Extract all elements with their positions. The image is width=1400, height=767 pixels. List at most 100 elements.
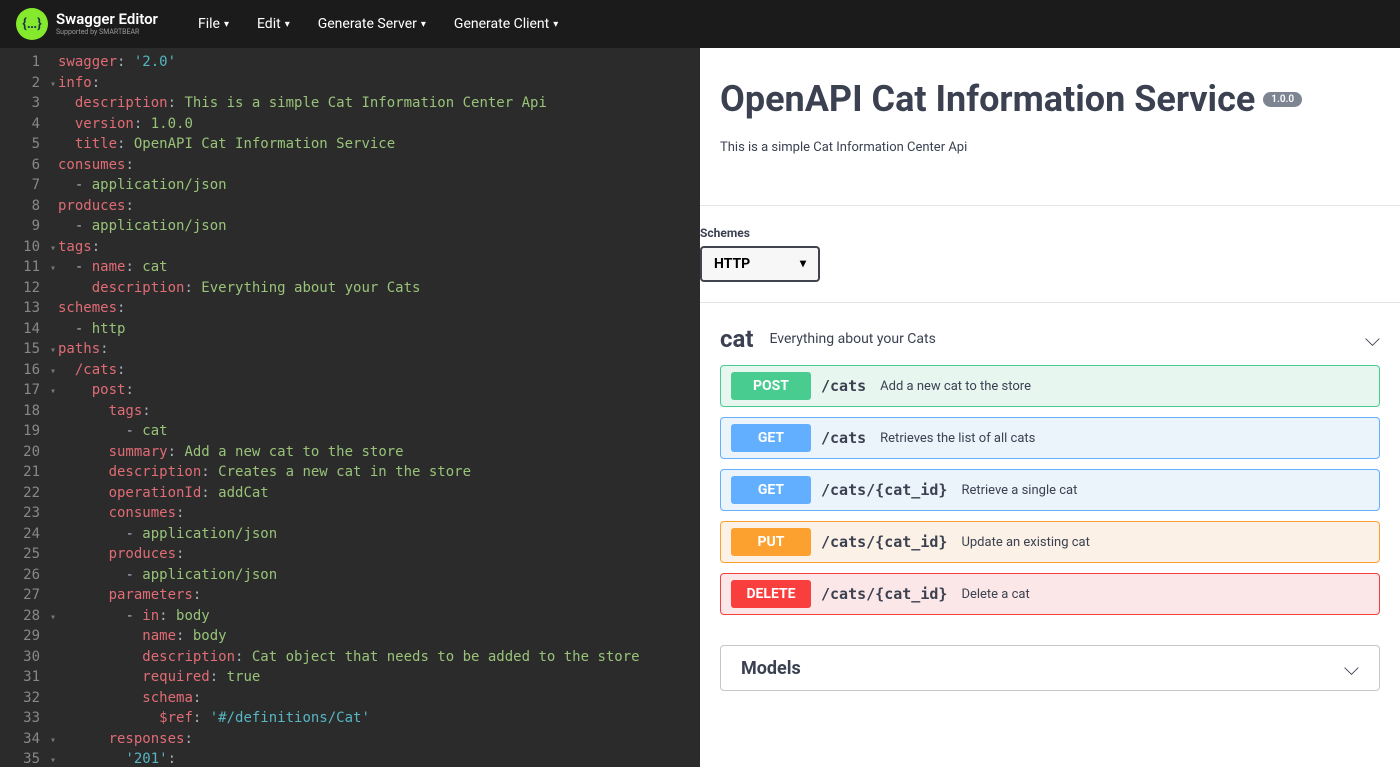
line-number: 20: [0, 443, 50, 464]
line-number: 8: [0, 197, 50, 218]
editor-line[interactable]: 17 post:: [0, 381, 700, 402]
menu-item-generate-server[interactable]: Generate Server: [318, 16, 426, 32]
schemes-select[interactable]: HTTP: [700, 246, 820, 282]
editor-line[interactable]: 25 produces:: [0, 545, 700, 566]
editor-line[interactable]: 30 description: Cat object that needs to…: [0, 648, 700, 669]
tag-header-cat[interactable]: cat Everything about your Cats ⌵: [720, 313, 1380, 365]
menu-item-edit[interactable]: Edit: [257, 16, 290, 32]
topbar: {…} Swagger Editor Supported by SMARTBEA…: [0, 0, 1400, 48]
editor-line[interactable]: 34 responses:: [0, 730, 700, 751]
line-number: 2: [0, 74, 50, 95]
method-badge: GET: [731, 424, 811, 452]
operation-post-cats[interactable]: POST/cats Add a new cat to the store: [720, 365, 1380, 407]
line-number: 13: [0, 299, 50, 320]
menu-item-file[interactable]: File: [198, 16, 229, 32]
models-section[interactable]: Models ⌵: [720, 645, 1380, 691]
editor-line[interactable]: 5 title: OpenAPI Cat Information Service: [0, 135, 700, 156]
operation-path: /cats: [821, 377, 866, 395]
fold-icon[interactable]: [50, 240, 58, 259]
api-description: This is a simple Cat Information Center …: [720, 140, 1380, 155]
line-number: 19: [0, 422, 50, 443]
operation-summary: Retrieve a single cat: [961, 483, 1077, 498]
editor-line[interactable]: 29 name: body: [0, 627, 700, 648]
line-number: 32: [0, 689, 50, 710]
line-number: 16: [0, 361, 50, 382]
line-number: 17: [0, 381, 50, 402]
brand-title: Swagger Editor: [56, 12, 158, 27]
editor-line[interactable]: 14 - http: [0, 320, 700, 341]
line-number: 25: [0, 545, 50, 566]
api-preview-panel: OpenAPI Cat Information Service 1.0.0 Th…: [700, 48, 1400, 767]
line-number: 23: [0, 504, 50, 525]
operation-delete-catscatid[interactable]: DELETE/cats/{cat_id}Delete a cat: [720, 573, 1380, 615]
tag-description: Everything about your Cats: [769, 331, 1364, 347]
editor-line[interactable]: 16 /cats:: [0, 361, 700, 382]
fold-icon[interactable]: [50, 76, 58, 95]
api-title: OpenAPI Cat Information Service: [720, 78, 1255, 120]
fold-icon[interactable]: [50, 383, 58, 402]
operation-summary: Update an existing cat: [961, 535, 1089, 550]
fold-icon[interactable]: [50, 752, 58, 767]
editor-line[interactable]: 28 - in: body: [0, 607, 700, 628]
brand-subtitle: Supported by SMARTBEAR: [56, 29, 158, 36]
editor-line[interactable]: 27 parameters:: [0, 586, 700, 607]
swagger-logo-icon: {…}: [16, 8, 48, 40]
logo[interactable]: {…} Swagger Editor Supported by SMARTBEA…: [16, 8, 158, 40]
editor-line[interactable]: 20 summary: Add a new cat to the store: [0, 443, 700, 464]
line-number: 30: [0, 648, 50, 669]
yaml-editor[interactable]: 1swagger: '2.0'2info:3 description: This…: [0, 48, 700, 767]
editor-line[interactable]: 18 tags:: [0, 402, 700, 423]
fold-icon[interactable]: [50, 732, 58, 751]
editor-line[interactable]: 24 - application/json: [0, 525, 700, 546]
line-number: 9: [0, 217, 50, 238]
editor-line[interactable]: 11 - name: cat: [0, 258, 700, 279]
editor-line[interactable]: 31 required: true: [0, 668, 700, 689]
editor-line[interactable]: 26 - application/json: [0, 566, 700, 587]
editor-line[interactable]: 32 schema:: [0, 689, 700, 710]
line-number: 28: [0, 607, 50, 628]
editor-line[interactable]: 1swagger: '2.0': [0, 53, 700, 74]
editor-line[interactable]: 12 description: Everything about your Ca…: [0, 279, 700, 300]
editor-line[interactable]: 9 - application/json: [0, 217, 700, 238]
method-badge: POST: [731, 372, 811, 400]
fold-icon[interactable]: [50, 342, 58, 361]
editor-line[interactable]: 7 - application/json: [0, 176, 700, 197]
operation-get-catscatid[interactable]: GET/cats/{cat_id} Retrieve a single cat: [720, 469, 1380, 511]
line-number: 5: [0, 135, 50, 156]
editor-line[interactable]: 4 version: 1.0.0: [0, 115, 700, 136]
method-badge: GET: [731, 476, 811, 504]
line-number: 26: [0, 566, 50, 587]
operation-path: /cats/{cat_id}: [821, 585, 947, 603]
line-number: 29: [0, 627, 50, 648]
operation-get-cats[interactable]: GET/catsRetrieves the list of all cats: [720, 417, 1380, 459]
fold-icon[interactable]: [50, 363, 58, 382]
editor-line[interactable]: 6consumes:: [0, 156, 700, 177]
editor-line[interactable]: 2info:: [0, 74, 700, 95]
line-number: 3: [0, 94, 50, 115]
schemes-label: Schemes: [700, 226, 1400, 240]
editor-line[interactable]: 19 - cat: [0, 422, 700, 443]
editor-line[interactable]: 15paths:: [0, 340, 700, 361]
fold-icon[interactable]: [50, 609, 58, 628]
line-number: 1: [0, 53, 50, 74]
editor-line[interactable]: 13schemes:: [0, 299, 700, 320]
line-number: 35: [0, 750, 50, 767]
fold-icon[interactable]: [50, 260, 58, 279]
tag-name: cat: [720, 325, 753, 353]
line-number: 15: [0, 340, 50, 361]
editor-line[interactable]: 35 '201':: [0, 750, 700, 767]
editor-line[interactable]: 10tags:: [0, 238, 700, 259]
operation-put-catscatid[interactable]: PUT/cats/{cat_id}Update an existing cat: [720, 521, 1380, 563]
editor-line[interactable]: 22 operationId: addCat: [0, 484, 700, 505]
editor-line[interactable]: 33 $ref: '#/definitions/Cat': [0, 709, 700, 730]
menu-item-generate-client[interactable]: Generate Client: [454, 16, 558, 32]
version-badge: 1.0.0: [1263, 92, 1302, 107]
operation-path: /cats/{cat_id}: [821, 481, 947, 499]
editor-line[interactable]: 23 consumes:: [0, 504, 700, 525]
editor-line[interactable]: 3 description: This is a simple Cat Info…: [0, 94, 700, 115]
operation-summary: Add a new cat to the store: [880, 379, 1031, 394]
main-menu: File Edit Generate Server Generate Client: [198, 16, 558, 32]
editor-line[interactable]: 8produces:: [0, 197, 700, 218]
editor-line[interactable]: 21 description: Creates a new cat in the…: [0, 463, 700, 484]
operation-path: /cats/{cat_id}: [821, 533, 947, 551]
